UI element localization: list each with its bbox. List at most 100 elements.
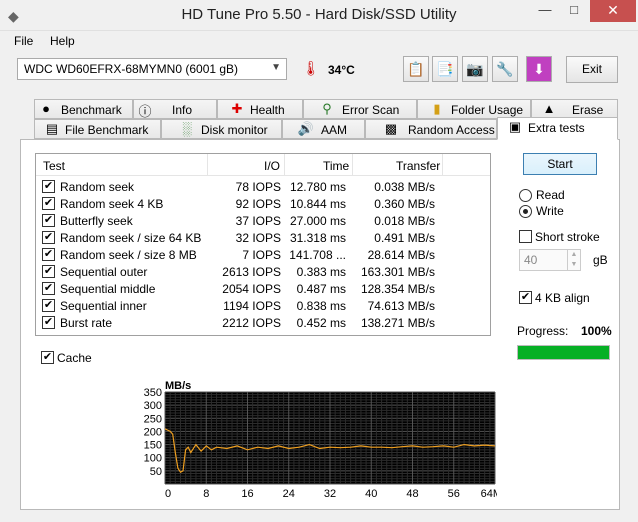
copy-all-button[interactable]: 📑 bbox=[432, 56, 458, 82]
row-transfer: 128.354 MB/s bbox=[360, 282, 435, 296]
row-checkbox[interactable]: ✔ bbox=[42, 265, 55, 278]
table-row: ✔ Sequential inner 1194 IOPS 0.838 ms 74.613… bbox=[36, 297, 490, 314]
tab-random-access[interactable]: ▩ Random Access bbox=[365, 119, 497, 139]
row-io: 2613 IOPS bbox=[222, 265, 281, 279]
row-time: 0.452 ms bbox=[296, 316, 346, 330]
chevron-down-icon[interactable]: ▼ bbox=[571, 261, 578, 268]
row-time: 12.780 ms bbox=[289, 180, 346, 194]
menu-file[interactable]: File bbox=[14, 34, 33, 48]
row-checkbox[interactable]: ✔ bbox=[42, 180, 55, 193]
copy-info-button[interactable]: 📋 bbox=[403, 56, 429, 82]
row-test-name: Random seek / size 64 KB bbox=[60, 231, 202, 245]
row-transfer: 138.271 MB/s bbox=[360, 316, 435, 330]
tab-folder-usage[interactable]: ▮ Folder Usage bbox=[417, 99, 531, 119]
chart-y-tick-label: 200 bbox=[144, 426, 162, 438]
write-radio-dot[interactable] bbox=[519, 205, 532, 218]
chart-y-tick-label: 250 bbox=[144, 413, 162, 425]
chart-x-tick-label: 8 bbox=[203, 488, 209, 500]
row-time: 0.487 ms bbox=[296, 282, 346, 296]
row-io: 7 IOPS bbox=[242, 248, 281, 262]
chart-y-axis-label: MB/s bbox=[165, 380, 191, 392]
row-test-name: Sequential middle bbox=[60, 282, 156, 296]
row-time: 31.318 ms bbox=[289, 231, 346, 245]
drive-select[interactable]: WDC WD60EFRX-68MYMN0 (6001 gB) ▼ bbox=[17, 58, 287, 80]
chevron-up-icon[interactable]: ▲ bbox=[571, 251, 578, 258]
header-io: I/O bbox=[264, 159, 281, 173]
transfer-chart-svg: 350300250200 15010050 MB/s 0 8 16 24 32 40 48 56 64… bbox=[144, 380, 510, 500]
table-row: ✔ Sequential middle 2054 IOPS 0.487 ms 128.3… bbox=[36, 280, 490, 297]
row-transfer: 28.614 MB/s bbox=[367, 248, 435, 262]
tab-file-benchmark[interactable]: ▤ File Benchmark bbox=[34, 119, 161, 139]
chart-x-tick-label: 56 bbox=[448, 488, 460, 500]
tab-health[interactable]: ✚ Health bbox=[217, 99, 303, 119]
toolbar: WDC WD60EFRX-68MYMN0 (6001 gB) ▼ 🌡 34°C … bbox=[0, 52, 638, 92]
tab-random-access-label: Random Access bbox=[408, 123, 495, 137]
speaker-icon: 🔊 bbox=[297, 121, 315, 136]
chart-y-tick-label: 300 bbox=[144, 400, 162, 412]
row-test-name: Butterfly seek bbox=[60, 214, 133, 228]
read-radio-dot[interactable] bbox=[519, 189, 532, 202]
tab-extra-tests[interactable]: ▣ Extra tests bbox=[497, 117, 618, 140]
row-io: 1194 IOPS bbox=[223, 299, 281, 313]
tab-aam-label: AAM bbox=[321, 123, 348, 137]
row-checkbox[interactable]: ✔ bbox=[42, 231, 55, 244]
menu-help[interactable]: Help bbox=[50, 34, 75, 48]
table-row: ✔ Butterfly seek 37 IOPS 27.000 ms 0.018 MB/… bbox=[36, 212, 490, 229]
camera-icon: 📷 bbox=[466, 61, 484, 77]
short-stroke-size-value: 40 bbox=[524, 253, 538, 267]
row-test-name: Sequential outer bbox=[60, 265, 148, 279]
tab-extra-tests-label: Extra tests bbox=[528, 121, 585, 135]
tab-error-scan[interactable]: ⚲ Error Scan bbox=[303, 99, 417, 119]
tab-aam[interactable]: 🔊 AAM bbox=[282, 119, 365, 139]
chart-x-tick-label: 40 bbox=[365, 488, 377, 500]
wrench-icon: 🔧 bbox=[496, 61, 514, 77]
tab-disk-monitor[interactable]: ░ Disk monitor bbox=[161, 119, 282, 139]
cache-label: Cache bbox=[57, 351, 92, 365]
tab-info[interactable]: ⓘ Info bbox=[133, 99, 217, 119]
results-table: Test I/O Time Transfer ✔ Random seek 78 IO… bbox=[35, 153, 491, 336]
copy-icon: 📋 bbox=[407, 61, 425, 77]
info-icon: ⓘ bbox=[138, 104, 152, 119]
maximize-button[interactable]: □ bbox=[560, 0, 588, 22]
row-io: 92 IOPS bbox=[235, 197, 281, 211]
progress-fill bbox=[518, 346, 609, 359]
save-button[interactable]: ⬇ bbox=[526, 56, 552, 82]
tab-info-label: Info bbox=[172, 103, 193, 117]
row-checkbox[interactable]: ✔ bbox=[42, 299, 55, 312]
align-4kb-check[interactable]: ✔ bbox=[519, 291, 532, 304]
minimize-button[interactable]: — bbox=[530, 0, 560, 22]
table-row: ✔ Random seek / size 8 MB 7 IOPS 141.708 ..… bbox=[36, 246, 490, 263]
row-io: 2054 IOPS bbox=[222, 282, 281, 296]
close-button[interactable]: ✕ bbox=[590, 0, 636, 22]
chart-y-tick-label: 100 bbox=[144, 453, 162, 465]
progress-bar bbox=[517, 345, 610, 360]
row-time: 10.844 ms bbox=[289, 197, 346, 211]
row-checkbox[interactable]: ✔ bbox=[42, 248, 55, 261]
tab-disk-monitor-label: Disk monitor bbox=[201, 123, 268, 137]
health-icon: ✚ bbox=[231, 101, 243, 116]
short-stroke-size-spinner[interactable]: 40 ▲ ▼ bbox=[519, 249, 581, 271]
row-test-name: Burst rate bbox=[60, 316, 113, 330]
row-test-name: Random seek bbox=[60, 180, 135, 194]
row-checkbox[interactable]: ✔ bbox=[42, 316, 55, 329]
spinner-arrows[interactable]: ▲ ▼ bbox=[567, 250, 580, 270]
tab-benchmark[interactable]: ● Benchmark bbox=[34, 99, 133, 119]
exit-button[interactable]: Exit bbox=[566, 56, 618, 83]
tab-folder-usage-label: Folder Usage bbox=[451, 103, 524, 117]
extra-tests-panel: Test I/O Time Transfer ✔ Random seek 78 IO… bbox=[20, 139, 620, 510]
cache-check[interactable]: ✔ bbox=[41, 351, 54, 364]
row-io: 32 IOPS bbox=[235, 231, 281, 245]
row-transfer: 163.301 MB/s bbox=[360, 265, 435, 279]
screenshot-button[interactable]: 📷 bbox=[462, 56, 488, 82]
align-4kb-label: 4 KB align bbox=[535, 291, 590, 305]
row-checkbox[interactable]: ✔ bbox=[42, 282, 55, 295]
start-button[interactable]: Start bbox=[523, 153, 597, 175]
tab-erase[interactable]: ▲ Erase bbox=[531, 99, 618, 119]
short-stroke-check[interactable] bbox=[519, 230, 532, 243]
table-row: ✔ Random seek 78 IOPS 12.780 ms 0.038 MB/s bbox=[36, 178, 490, 195]
options-button[interactable]: 🔧 bbox=[492, 56, 518, 82]
row-checkbox[interactable]: ✔ bbox=[42, 197, 55, 210]
title-bar: ◆ HD Tune Pro 5.50 - Hard Disk/SSD Utili… bbox=[0, 0, 638, 31]
row-checkbox[interactable]: ✔ bbox=[42, 214, 55, 227]
row-test-name: Random seek 4 KB bbox=[60, 197, 164, 211]
